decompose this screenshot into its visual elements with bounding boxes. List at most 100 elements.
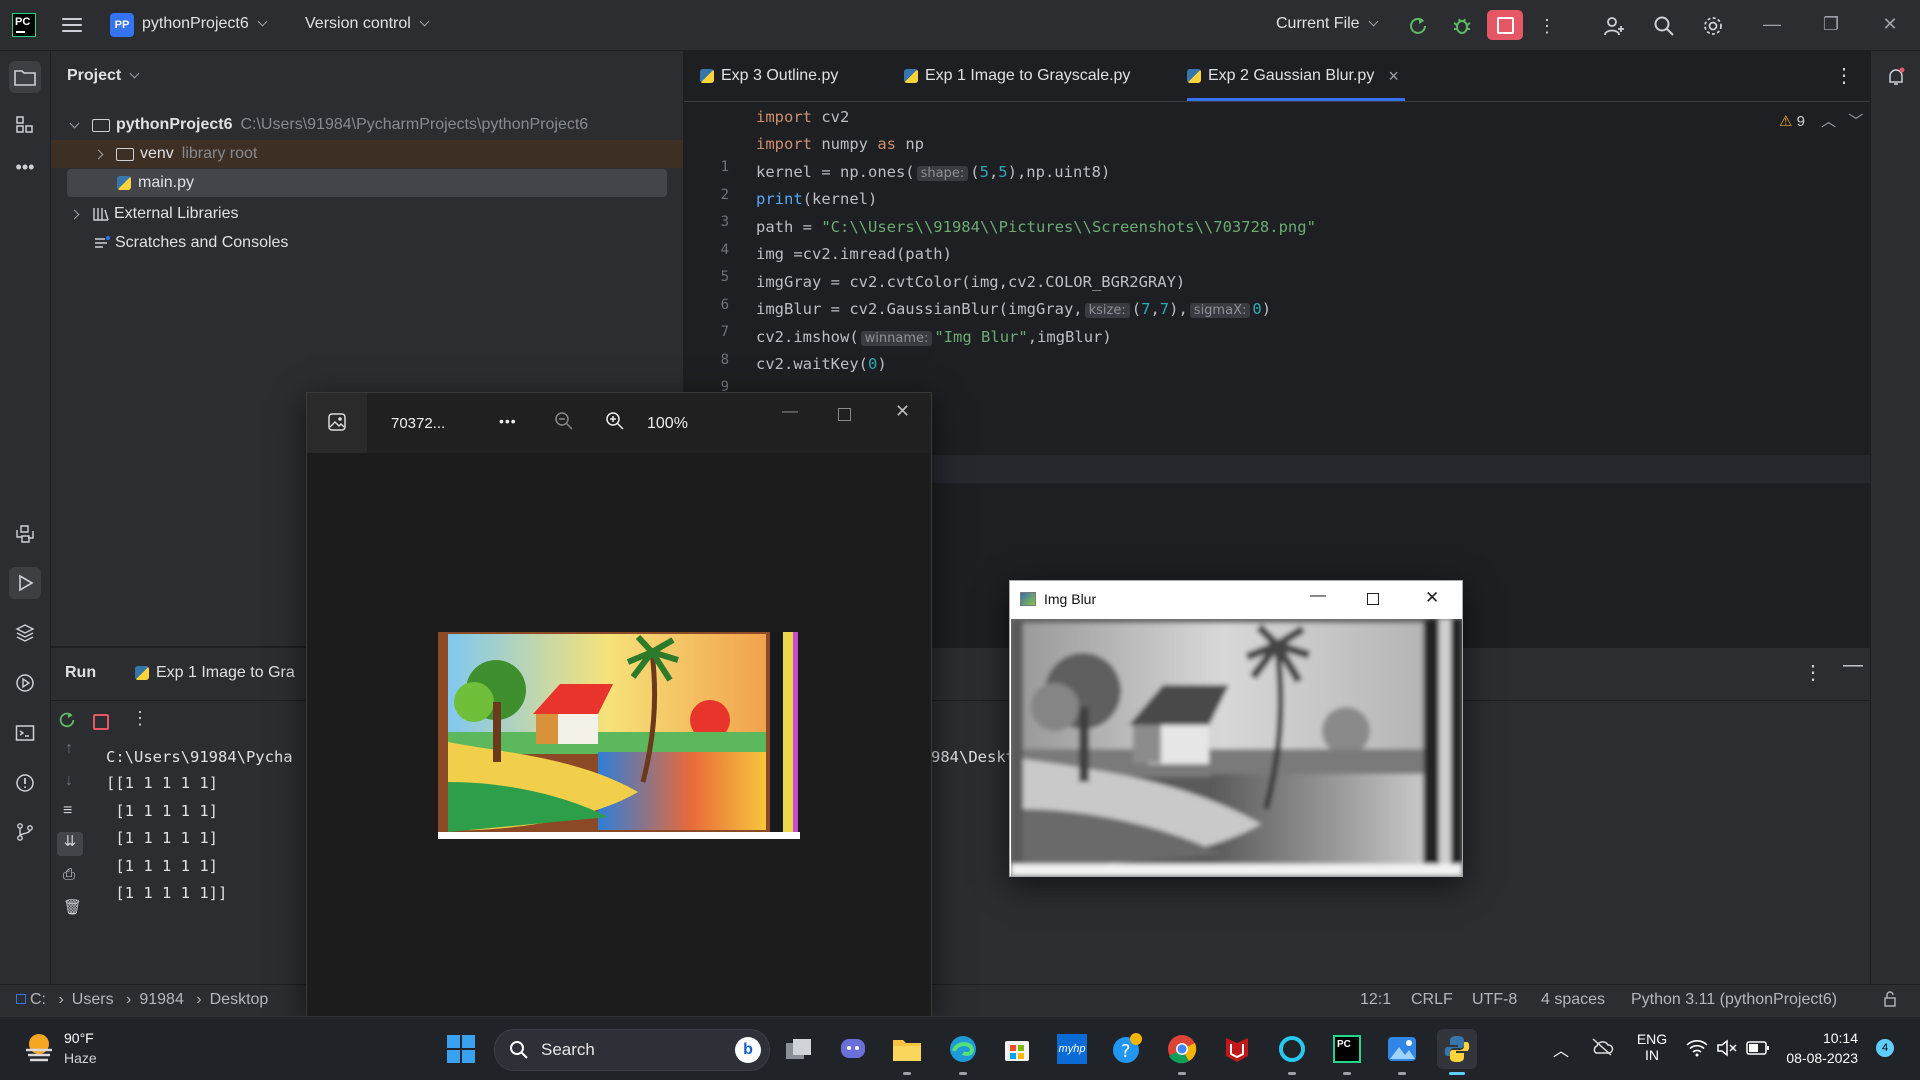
- window-minimize-button[interactable]: —: [1757, 14, 1787, 35]
- line-separator[interactable]: CRLF: [1411, 991, 1453, 1009]
- window-close-button[interactable]: ✕: [1875, 14, 1905, 35]
- more-vertical-icon[interactable]: ⋮: [131, 708, 149, 729]
- up-arrow-icon[interactable]: ↑: [65, 740, 73, 758]
- zoom-level[interactable]: 100%: [647, 415, 688, 433]
- down-arrow-icon[interactable]: ↓: [65, 772, 73, 790]
- edge-browser-icon[interactable]: [943, 1029, 983, 1075]
- tree-root-row[interactable]: pythonProject6 C:\Users\91984\PycharmPro…: [51, 111, 703, 139]
- task-view-icon[interactable]: [779, 1029, 819, 1069]
- structure-icon[interactable]: [9, 109, 41, 141]
- project-view-selector[interactable]: Project: [67, 67, 140, 85]
- python-packages-icon[interactable]: [9, 518, 41, 550]
- weather-temp[interactable]: 90°F: [64, 1030, 94, 1046]
- onedrive-offline-icon[interactable]: [1590, 1037, 1614, 1060]
- photos-app-icon[interactable]: [1382, 1029, 1422, 1075]
- notifications-bell-icon[interactable]: [1880, 61, 1912, 93]
- rerun-icon[interactable]: [1405, 13, 1431, 39]
- tab-exp3-outline[interactable]: Exp 3 Outline.py: [700, 51, 838, 101]
- file-encoding[interactable]: UTF-8: [1472, 991, 1517, 1009]
- help-icon[interactable]: ?: [1107, 1029, 1147, 1069]
- weather-desc[interactable]: Haze: [64, 1050, 97, 1066]
- photos-minimize-button[interactable]: —: [782, 403, 798, 421]
- search-icon[interactable]: [1651, 13, 1677, 39]
- img-blur-close-button[interactable]: ✕: [1425, 588, 1439, 608]
- run-more-icon[interactable]: ⋮: [1803, 660, 1823, 685]
- run-config-tab[interactable]: Exp 1 Image to Gra: [135, 664, 295, 682]
- clock[interactable]: 10:14 08-08-2023: [1778, 1030, 1858, 1066]
- volume-muted-icon[interactable]: [1716, 1038, 1738, 1061]
- microsoft-store-icon[interactable]: [997, 1029, 1037, 1069]
- mcafee-icon[interactable]: [1217, 1029, 1257, 1069]
- tree-scratches-row[interactable]: Scratches and Consoles: [51, 229, 725, 257]
- tree-external-libs-row[interactable]: External Libraries: [51, 200, 703, 228]
- cortana-icon[interactable]: [1272, 1029, 1312, 1075]
- photos-more-button[interactable]: •••: [499, 413, 517, 429]
- project-selector[interactable]: pythonProject6: [142, 15, 268, 33]
- expand-arrow-icon[interactable]: [69, 209, 80, 219]
- zoom-out-icon[interactable]: [554, 411, 574, 434]
- python-interpreter[interactable]: Python 3.11 (pythonProject6): [1631, 991, 1837, 1009]
- more-tools-icon[interactable]: •••: [9, 151, 41, 183]
- lock-icon[interactable]: [1882, 991, 1898, 1012]
- pycharm-taskbar-icon[interactable]: PC: [1327, 1029, 1367, 1075]
- vcs-selector[interactable]: Version control: [305, 15, 430, 33]
- tree-main-file-row[interactable]: main.py: [67, 169, 667, 197]
- stop-icon[interactable]: [93, 714, 109, 730]
- show-hidden-icons-chevron[interactable]: ︿: [1553, 1037, 1569, 1061]
- rerun-icon[interactable]: [57, 710, 77, 733]
- breadcrumb-item[interactable]: Desktop: [210, 991, 269, 1008]
- soft-wrap-icon[interactable]: ≡: [63, 802, 72, 820]
- weather-haze-icon[interactable]: [22, 1030, 56, 1067]
- trash-icon[interactable]: 🗑: [63, 898, 82, 916]
- main-menu-icon[interactable]: [62, 15, 82, 35]
- window-restore-button[interactable]: ❐: [1816, 14, 1846, 35]
- add-user-icon[interactable]: [1601, 13, 1627, 39]
- windows-start-icon[interactable]: [441, 1029, 481, 1069]
- scroll-to-end-icon[interactable]: ⇊: [57, 832, 83, 856]
- photos-maximize-button[interactable]: [838, 408, 851, 421]
- previous-highlight-icon[interactable]: ︿: [1821, 113, 1836, 130]
- battery-icon[interactable]: [1746, 1040, 1770, 1059]
- more-vertical-icon[interactable]: ⋮: [1534, 13, 1560, 39]
- project-folder-icon[interactable]: [9, 61, 41, 93]
- debug-bug-icon[interactable]: [1449, 13, 1475, 39]
- tabs-more-icon[interactable]: ⋮: [1834, 63, 1854, 88]
- img-blur-maximize-button[interactable]: [1367, 593, 1379, 605]
- notification-badge[interactable]: 4: [1876, 1039, 1894, 1057]
- python-app-icon[interactable]: [1437, 1029, 1477, 1075]
- myhp-icon[interactable]: myhp: [1052, 1029, 1092, 1069]
- layers-icon[interactable]: [9, 617, 41, 649]
- teams-chat-icon[interactable]: [833, 1029, 873, 1069]
- settings-gear-icon[interactable]: [1700, 13, 1726, 39]
- tab-close-icon[interactable]: ×: [1388, 66, 1399, 87]
- expand-arrow-icon[interactable]: [69, 118, 80, 128]
- next-highlight-icon[interactable]: ﹀: [1848, 113, 1863, 130]
- terminal-icon[interactable]: [9, 717, 41, 749]
- breadcrumb-item[interactable]: C:: [30, 991, 46, 1008]
- breadcrumb-item[interactable]: Users: [72, 991, 114, 1008]
- zoom-in-icon[interactable]: [605, 411, 625, 434]
- stop-button[interactable]: [1487, 10, 1523, 40]
- tab-exp1-grayscale[interactable]: Exp 1 Image to Grayscale.py: [904, 51, 1130, 101]
- wifi-icon[interactable]: [1686, 1039, 1708, 1060]
- tree-venv-row[interactable]: venv library root: [51, 140, 683, 168]
- git-branch-icon[interactable]: [9, 816, 41, 848]
- taskbar-search-box[interactable]: Search b: [494, 1029, 770, 1071]
- img-blur-minimize-button[interactable]: —: [1310, 587, 1326, 605]
- run-config-selector[interactable]: Current File: [1276, 15, 1379, 33]
- language-indicator[interactable]: ENG IN: [1636, 1031, 1668, 1063]
- run-hide-icon[interactable]: —: [1843, 654, 1863, 677]
- run-tool-icon[interactable]: [9, 567, 41, 599]
- breadcrumb-item[interactable]: 91984: [139, 991, 184, 1008]
- expand-arrow-icon[interactable]: [93, 149, 104, 159]
- photos-gallery-button[interactable]: [307, 393, 367, 453]
- bing-icon[interactable]: b: [735, 1037, 761, 1063]
- tab-exp2-gaussian-blur[interactable]: Exp 2 Gaussian Blur.py ×: [1187, 51, 1405, 101]
- indent-setting[interactable]: 4 spaces: [1541, 991, 1605, 1009]
- file-explorer-icon[interactable]: [887, 1029, 927, 1075]
- services-icon[interactable]: [9, 667, 41, 699]
- photos-close-button[interactable]: ✕: [895, 401, 910, 422]
- inspection-widget[interactable]: ⚠ 9 ︿ ﹀: [1779, 110, 1863, 131]
- print-icon[interactable]: ⎙: [63, 866, 75, 883]
- problems-icon[interactable]: [9, 767, 41, 799]
